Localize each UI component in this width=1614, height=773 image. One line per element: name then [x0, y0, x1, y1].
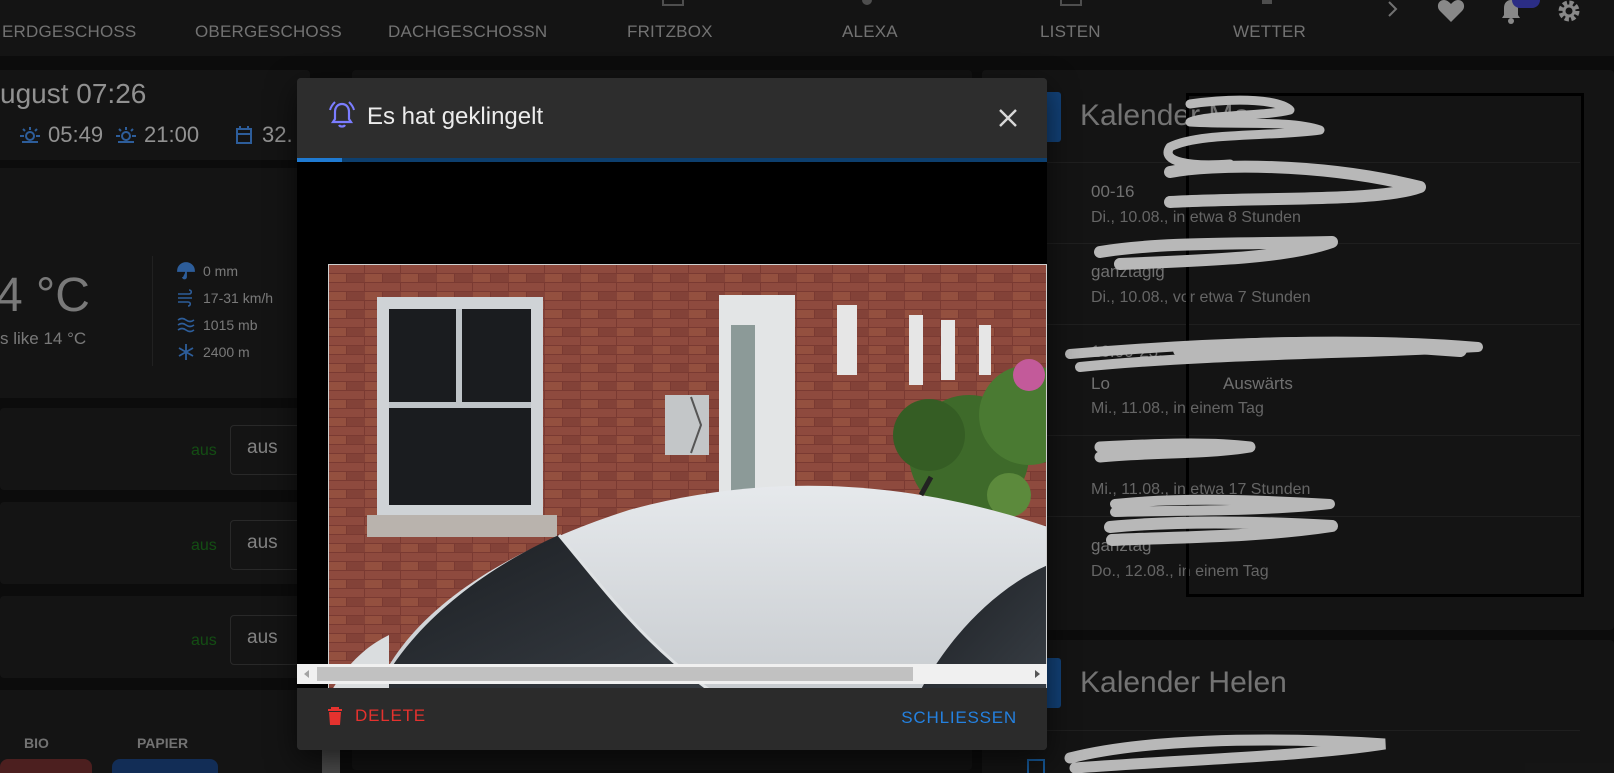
delete-button-label: DELETE [355, 706, 426, 725]
app-root: ERDGESCHOSS OBERGESCHOSS DACHGESCHOSSN F… [0, 0, 1614, 773]
bell-icon [329, 101, 355, 128]
doorbell-dialog: Es hat geklingelt DELETE SCHLIESSEN [297, 78, 1047, 750]
trash-icon [328, 707, 342, 725]
doorbell-camera-image [328, 264, 1047, 714]
scroll-left-icon[interactable] [302, 669, 312, 679]
delete-button[interactable]: DELETE [327, 706, 426, 726]
scrollbar-thumb[interactable] [317, 667, 914, 681]
camera-snapshot [329, 265, 1046, 713]
close-icon[interactable] [995, 105, 1021, 131]
schliessen-button[interactable]: SCHLIESSEN [901, 708, 1017, 728]
dialog-horizontal-scrollbar[interactable] [297, 664, 1047, 684]
dialog-body [297, 162, 1047, 744]
dialog-footer: DELETE SCHLIESSEN [297, 688, 1047, 750]
dialog-header: Es hat geklingelt [297, 78, 1047, 160]
dialog-title: Es hat geklingelt [367, 103, 544, 130]
scroll-right-icon[interactable] [1032, 669, 1042, 679]
